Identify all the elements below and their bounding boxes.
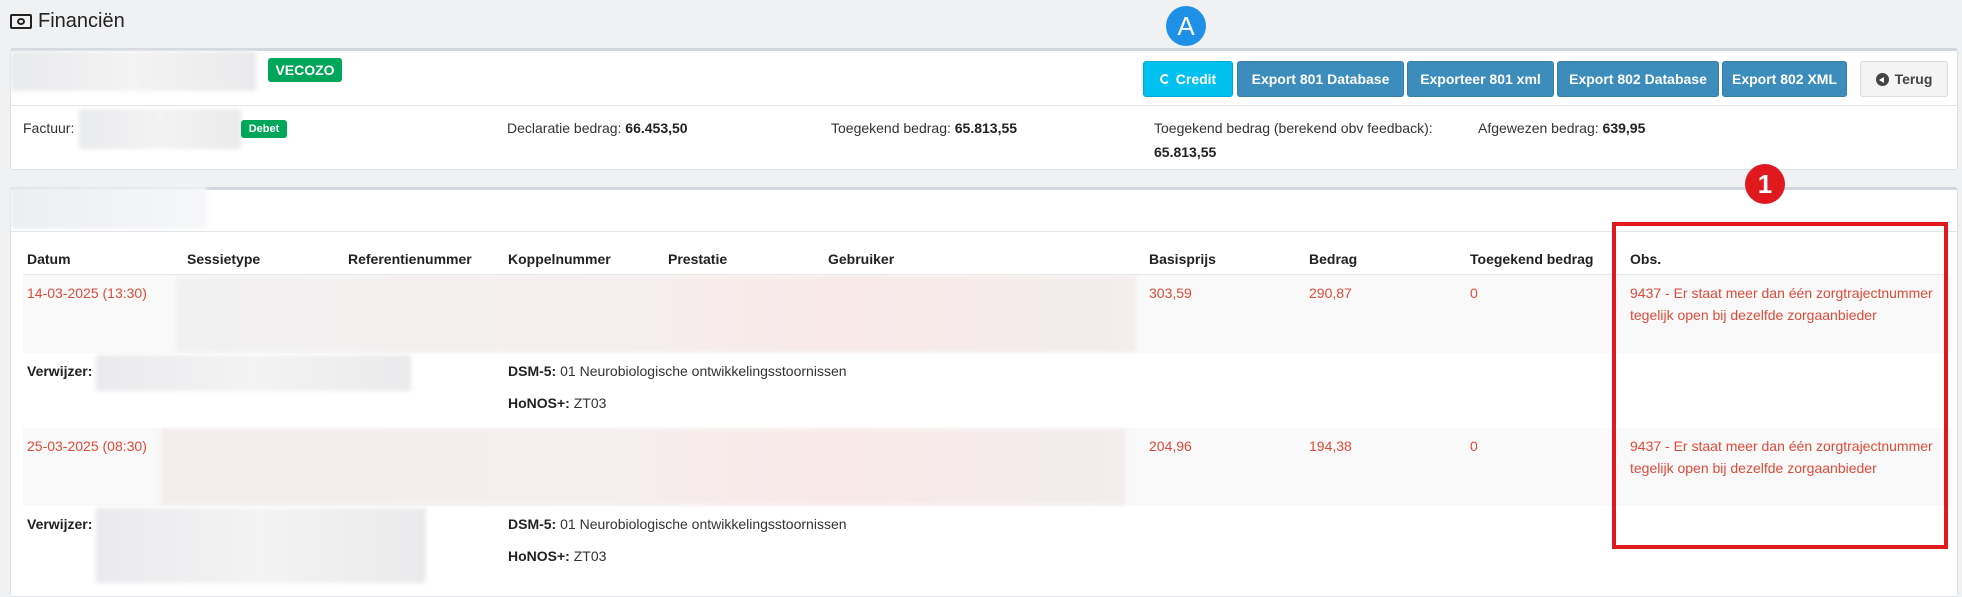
obs-highlight-box [1612,222,1948,549]
undo-icon [1159,74,1170,84]
col-gebruiker: Gebruiker [828,251,895,267]
row-datum: 25-03-2025 (08:30) [27,438,147,454]
redacted-invoice-number [79,109,241,149]
honos-info: HoNOS+: ZT03 [508,395,607,411]
honos-info: HoNOS+: ZT03 [508,548,607,564]
row-bedrag: 194,38 [1309,438,1352,454]
factuur-label: Factuur: [23,120,75,136]
col-basisprijs: Basisprijs [1149,251,1216,267]
row-basisprijs: 204,96 [1149,438,1192,454]
verwijzer-label: Verwijzer: [27,516,93,532]
col-toegekend-bedrag: Toegekend bedrag [1470,251,1594,267]
invoice-card: VECOZO Credit Export 801 Database Export… [10,48,1958,170]
col-bedrag: Bedrag [1309,251,1358,267]
redacted-verwijzer [96,355,411,391]
verwijzer-label: Verwijzer: [27,363,93,379]
row-bedrag: 290,87 [1309,285,1352,301]
callout-a: A [1166,6,1206,46]
credit-button[interactable]: Credit [1143,61,1233,97]
export-801-xml-button[interactable]: Exporteer 801 xml [1407,61,1554,97]
toegekend-bedrag: Toegekend bedrag: 65.813,55 [831,120,1018,136]
money-icon [10,14,32,29]
col-sessietype: Sessietype [187,251,261,267]
col-koppelnummer: Koppelnummer [508,251,611,267]
redacted-verwijzer [96,508,426,583]
declaratie-bedrag: Declaratie bedrag: 66.453,50 [507,120,688,136]
back-button[interactable]: Terug [1860,61,1948,97]
page-title-text: Financiën [38,10,125,32]
card-divider [11,105,1957,106]
arrow-left-circle-icon [1875,72,1889,86]
redacted-tab [11,187,207,229]
dsm-info: DSM-5: 01 Neurobiologische ontwikkelings… [508,363,847,379]
export-802-database-button[interactable]: Export 802 Database [1557,61,1719,97]
export-802-xml-button[interactable]: Export 802 XML [1722,61,1847,97]
debet-badge: Debet [241,120,287,138]
redacted-name [11,51,256,91]
redacted-row-content [161,429,1126,505]
afgewezen-bedrag: Afgewezen bedrag: 639,95 [1478,120,1646,136]
dsm-info: DSM-5: 01 Neurobiologische ontwikkelings… [508,516,847,532]
callout-1: 1 [1745,164,1785,204]
redacted-row-content [176,276,1136,352]
status-badge: VECOZO [268,58,342,82]
row-toegekend: 0 [1470,285,1478,301]
col-referentienummer: Referentienummer [348,251,472,267]
row-datum: 14-03-2025 (13:30) [27,285,147,301]
row-basisprijs: 303,59 [1149,285,1192,301]
export-801-database-button[interactable]: Export 801 Database [1237,61,1404,97]
page-title: Financiën [10,10,125,33]
col-prestatie: Prestatie [668,251,728,267]
col-datum: Datum [27,251,71,267]
toegekend-bedrag-feedback: Toegekend bedrag (berekend obv feedback)… [1154,120,1433,160]
row-toegekend: 0 [1470,438,1478,454]
